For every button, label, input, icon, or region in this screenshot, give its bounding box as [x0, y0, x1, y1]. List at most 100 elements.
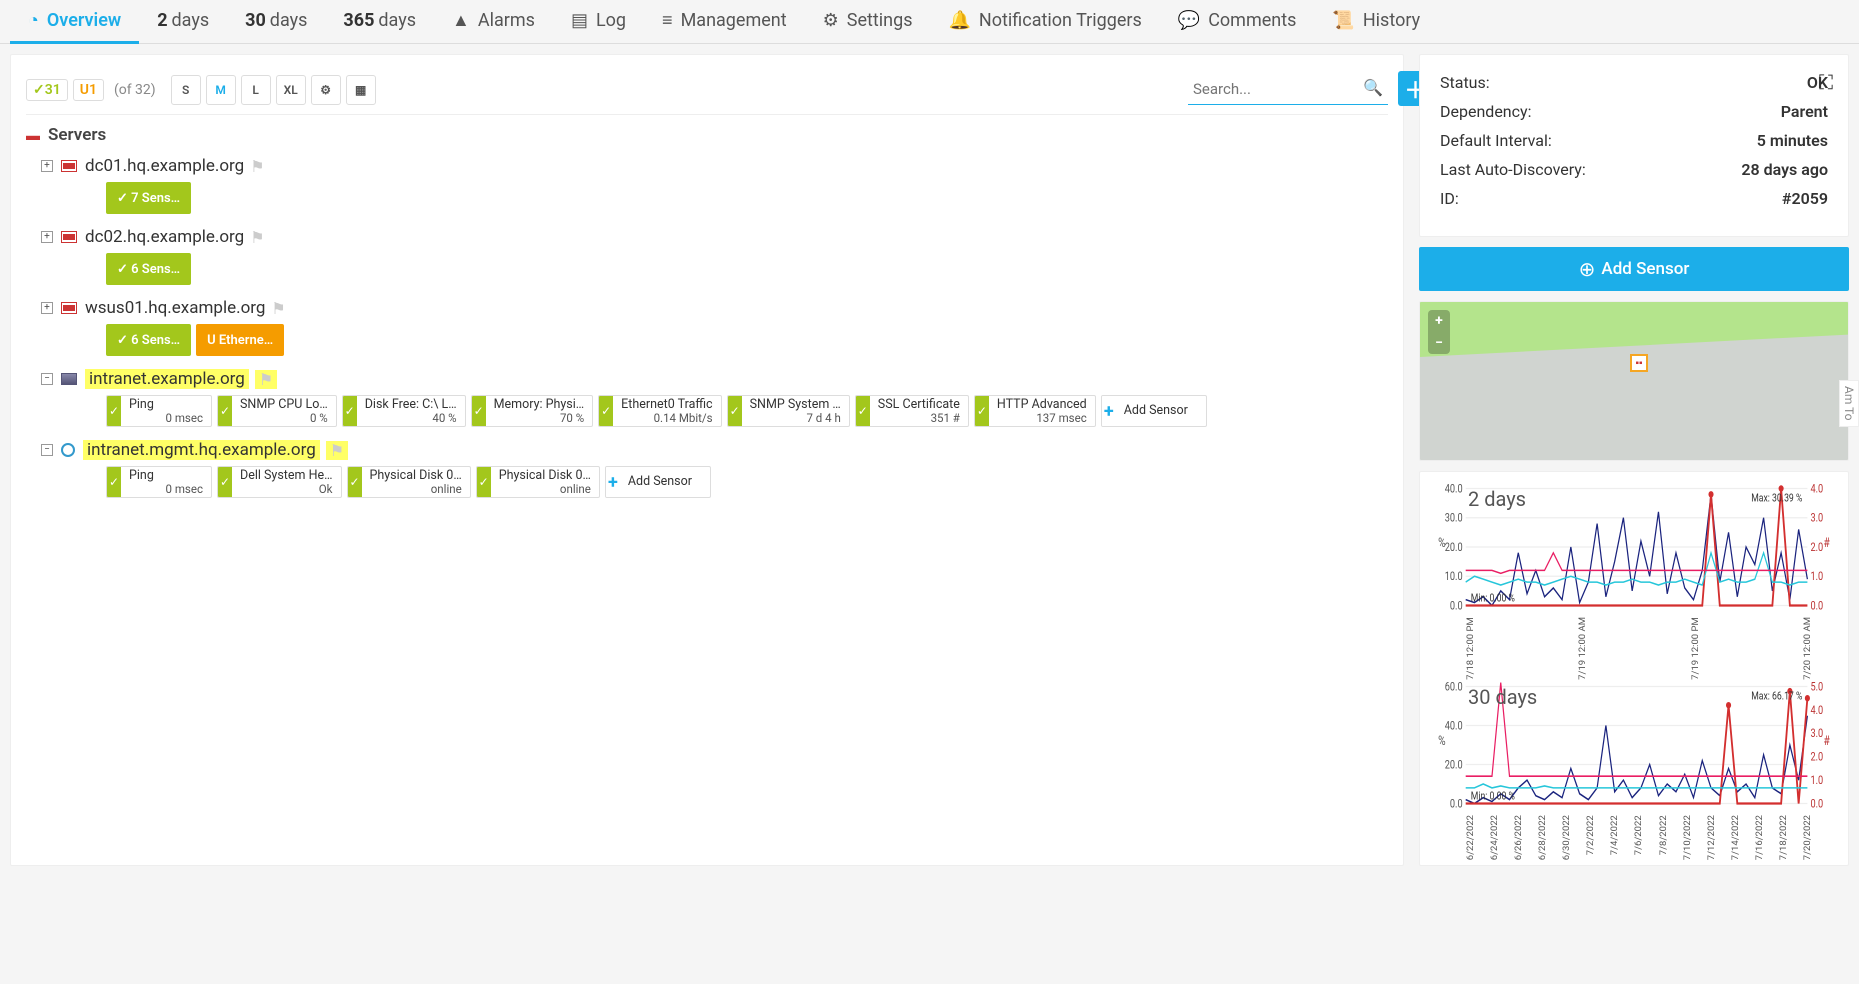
- tab-log[interactable]: ▤Log: [553, 0, 644, 44]
- charts-card: 2 days0.010.020.030.040.00.01.02.03.04.0…: [1419, 471, 1849, 866]
- device-name[interactable]: intranet.mgmt.hq.example.org: [83, 440, 320, 460]
- tab-bar: ◔Overview 2 days 30 days 365 days ▲Alarm…: [0, 0, 1859, 44]
- sensor-summary[interactable]: ✓ 6 Sens…: [106, 324, 191, 356]
- svg-text:40.0: 40.0: [1445, 482, 1463, 496]
- overview-icon: ◔: [28, 10, 39, 31]
- svg-text:1.0: 1.0: [1810, 569, 1823, 583]
- add-sensor-tile[interactable]: +Add Sensor: [605, 466, 711, 498]
- expand-toggle[interactable]: −: [41, 444, 53, 456]
- add-sensor-tile[interactable]: +Add Sensor: [1101, 395, 1207, 427]
- svg-text:%: %: [1438, 733, 1446, 749]
- tab-notification-triggers[interactable]: 🔔Notification Triggers: [931, 0, 1160, 44]
- device-name[interactable]: intranet.example.org: [85, 369, 249, 389]
- expand-toggle[interactable]: +: [41, 160, 53, 172]
- sensor-tile[interactable]: ✓Physical Disk 0…online: [476, 466, 600, 498]
- svg-text:Min: 0.00 %: Min: 0.00 %: [1471, 593, 1515, 605]
- svg-text:1.0: 1.0: [1810, 773, 1823, 787]
- device-icon: [61, 302, 77, 314]
- sensor-tile[interactable]: ✓HTTP Advanced137 msec: [974, 395, 1096, 427]
- tab-management[interactable]: ≡Management: [644, 0, 805, 44]
- svg-text:40.0: 40.0: [1445, 718, 1463, 732]
- map-zoom-in[interactable]: +: [1428, 310, 1450, 332]
- svg-text:3.0: 3.0: [1810, 511, 1823, 525]
- qr-icon[interactable]: ⛶: [1819, 70, 1833, 94]
- expand-toggle[interactable]: −: [41, 373, 53, 385]
- sensor-summary[interactable]: ✓ 7 Sens…: [106, 182, 191, 214]
- size-m[interactable]: M: [206, 75, 236, 105]
- svg-text:20.0: 20.0: [1445, 757, 1463, 771]
- view-settings-icon[interactable]: ⚙: [311, 75, 341, 105]
- size-l[interactable]: L: [241, 75, 271, 105]
- chart: 30 days0.020.040.060.00.01.02.03.04.05.0…: [1430, 680, 1838, 810]
- expand-toggle[interactable]: +: [41, 231, 53, 243]
- flag-icon[interactable]: ⚑: [250, 157, 264, 176]
- flag-icon[interactable]: ⚑: [271, 299, 285, 318]
- svg-text:4.0: 4.0: [1810, 702, 1823, 716]
- sensor-tile[interactable]: ✓Ethernet0 Traffic0.14 Mbit/s: [598, 395, 721, 427]
- sensor-tile[interactable]: ✓Ping0 msec: [106, 466, 212, 498]
- ok-count-badge[interactable]: ✓ 31: [26, 79, 68, 101]
- servers-icon: ▬: [26, 127, 40, 144]
- unusual-count-badge[interactable]: U 1: [73, 79, 104, 101]
- sensor-tile[interactable]: ✓Memory: Physi…70 %: [471, 395, 594, 427]
- info-card: ⛶ Status:OK Dependency:Parent Default In…: [1419, 54, 1849, 237]
- svg-text:20.0: 20.0: [1445, 540, 1463, 554]
- tab-settings[interactable]: ⚙Settings: [805, 0, 931, 44]
- total-count: (of 32): [114, 82, 156, 98]
- svg-text:#: #: [1824, 535, 1831, 551]
- tab-365days[interactable]: 365 days: [325, 0, 434, 44]
- device-name[interactable]: dc01.hq.example.org: [85, 156, 244, 176]
- device-icon: [61, 160, 77, 172]
- tree-root[interactable]: ▬ Servers: [26, 125, 1388, 145]
- sensor-tile[interactable]: ✓SNMP System …7 d 4 h: [727, 395, 850, 427]
- flag-icon[interactable]: ⚑: [250, 228, 264, 247]
- size-xl[interactable]: XL: [276, 75, 306, 105]
- chart: 2 days0.010.020.030.040.00.01.02.03.04.0…: [1430, 482, 1838, 612]
- svg-text:10.0: 10.0: [1445, 569, 1463, 583]
- gear-icon: ⚙: [823, 10, 839, 31]
- search-icon[interactable]: 🔍: [1363, 78, 1383, 97]
- log-icon: ▤: [571, 10, 588, 31]
- sliders-icon: ≡: [662, 10, 673, 31]
- tab-alarms[interactable]: ▲Alarms: [434, 0, 553, 44]
- grid-view-icon[interactable]: ▦: [346, 75, 376, 105]
- sensor-tile[interactable]: ✓SSL Certificate351 #: [855, 395, 969, 427]
- sensor-tile[interactable]: ✓Physical Disk 0…online: [347, 466, 471, 498]
- map-zoom-controls: + −: [1428, 310, 1450, 354]
- device-name[interactable]: dc02.hq.example.org: [85, 227, 244, 247]
- comment-icon: 💬: [1178, 10, 1200, 31]
- sensor-summary[interactable]: U Etherne…: [196, 324, 284, 356]
- tab-2days[interactable]: 2 days: [139, 0, 227, 44]
- sensor-tile[interactable]: ✓Disk Free: C:\ L…40 %: [342, 395, 466, 427]
- flag-icon[interactable]: ⚑: [255, 370, 277, 389]
- device-name[interactable]: wsus01.hq.example.org: [85, 298, 265, 318]
- add-sensor-button[interactable]: Add Sensor: [1419, 247, 1849, 291]
- svg-text:2.0: 2.0: [1810, 540, 1823, 554]
- bell-icon: 🔔: [949, 10, 971, 31]
- svg-text:0.0: 0.0: [1810, 598, 1823, 612]
- alarm-icon: ▲: [452, 10, 470, 31]
- map-card[interactable]: + − ▪▪: [1419, 301, 1849, 461]
- sensor-tile[interactable]: ✓Ping0 msec: [106, 395, 212, 427]
- device-icon: [61, 373, 77, 385]
- map-zoom-out[interactable]: −: [1428, 332, 1450, 354]
- search-input[interactable]: [1188, 74, 1388, 105]
- tab-history[interactable]: 📜History: [1314, 0, 1438, 44]
- expand-toggle[interactable]: +: [41, 302, 53, 314]
- history-icon: 📜: [1332, 10, 1354, 31]
- device-icon: [61, 231, 77, 243]
- sensor-tile[interactable]: ✓Dell System He…Ok: [217, 466, 342, 498]
- sensor-summary[interactable]: ✓ 6 Sens…: [106, 253, 191, 285]
- tab-30days[interactable]: 30 days: [227, 0, 325, 44]
- svg-text:4.0: 4.0: [1810, 482, 1823, 496]
- svg-text:30.0: 30.0: [1445, 511, 1463, 525]
- sensor-tile[interactable]: ✓SNMP CPU Lo…0 %: [217, 395, 337, 427]
- size-s[interactable]: S: [171, 75, 201, 105]
- svg-text:0.0: 0.0: [1450, 598, 1463, 612]
- svg-text:#: #: [1824, 733, 1831, 749]
- flag-icon[interactable]: ⚑: [326, 441, 348, 460]
- svg-text:2.0: 2.0: [1810, 749, 1823, 763]
- tab-overview[interactable]: ◔Overview: [10, 0, 139, 44]
- tab-comments[interactable]: 💬Comments: [1160, 0, 1315, 44]
- map-marker[interactable]: ▪▪: [1630, 354, 1648, 372]
